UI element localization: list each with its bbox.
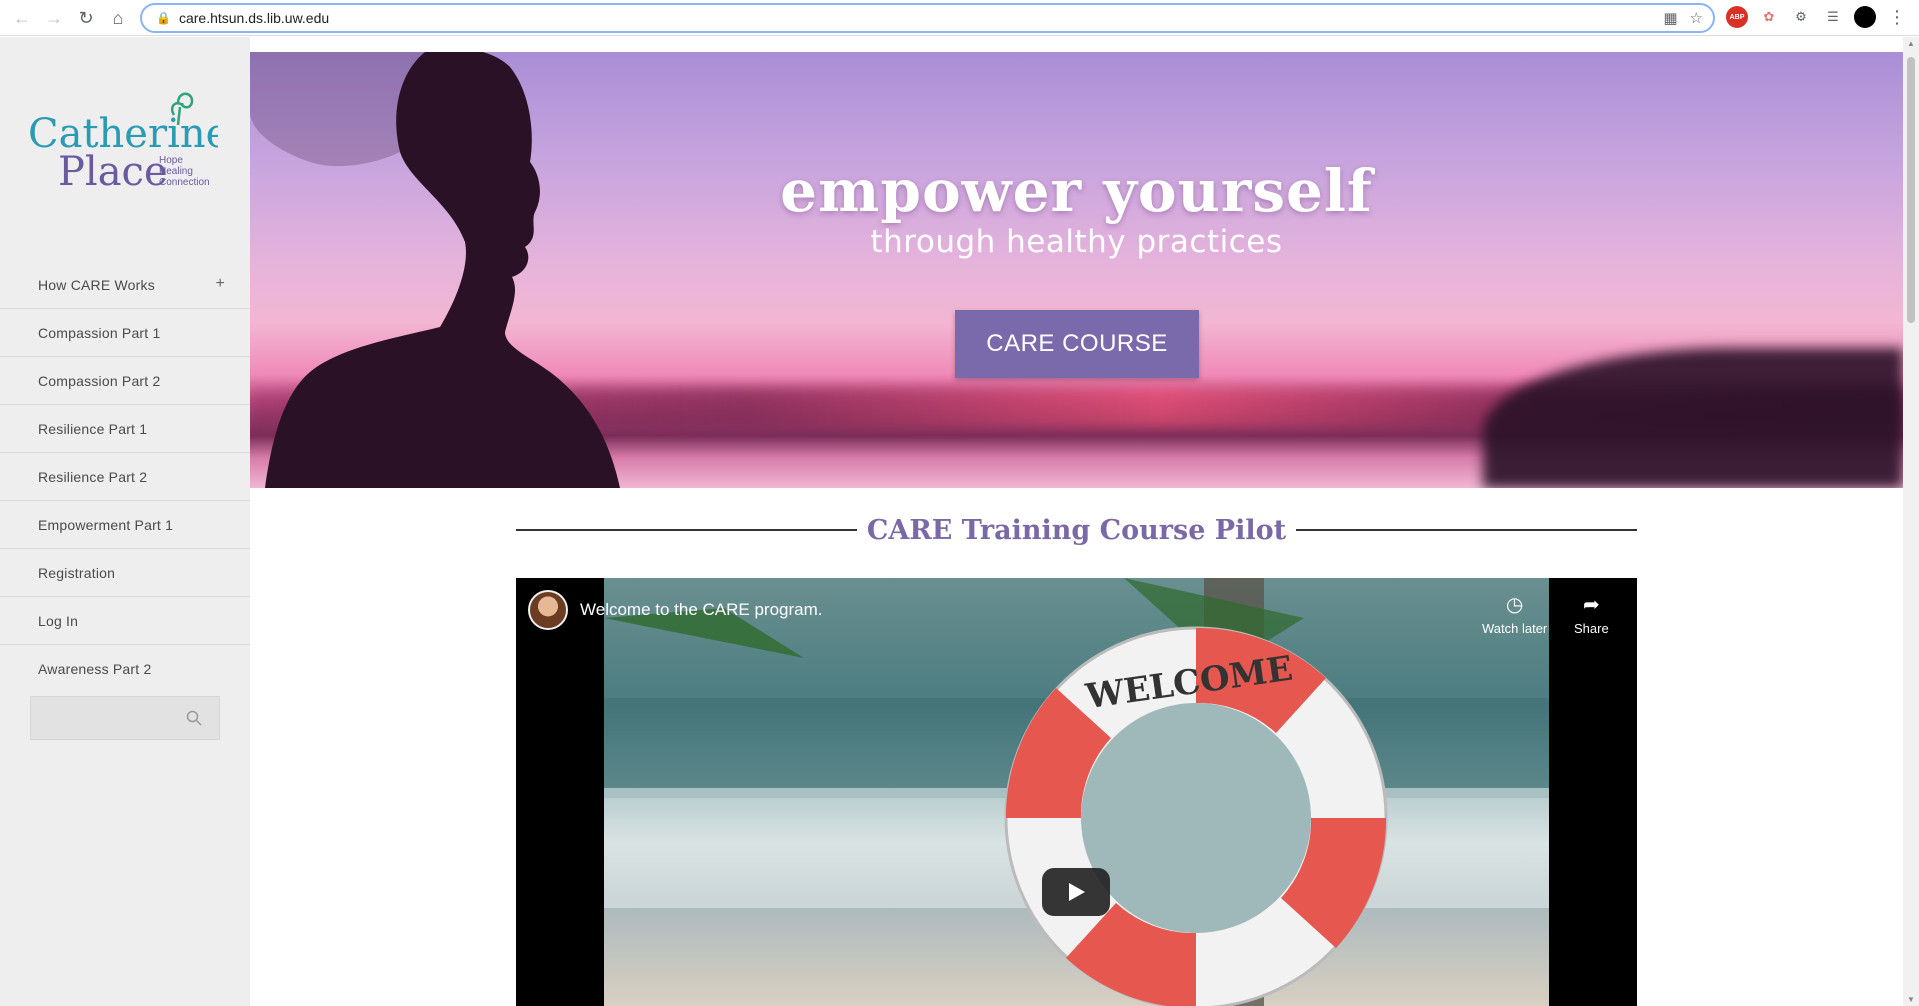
search-icon[interactable] [185,709,203,727]
sidebar-item-compassion-part-1[interactable]: Compassion Part 1 [0,309,250,357]
profile-avatar[interactable] [1854,6,1876,28]
sidebar-nav: How CARE Works + Compassion Part 1 Compa… [0,261,250,693]
scroll-up-icon[interactable]: ▲ [1907,39,1915,48]
watch-later-button[interactable]: ◷ Watch later [1482,592,1547,636]
hero-subtitle: through healthy practices [870,224,1283,260]
sidebar-search [30,696,220,740]
logo-tagline-3: Connection [159,177,210,188]
reading-list-icon[interactable]: ☰ [1822,6,1844,28]
play-button[interactable] [1042,868,1110,916]
sidebar: Catherine Place Hope Healing Connection … [0,37,250,1006]
sidebar-item-label[interactable]: Awareness Part 2 [38,661,151,677]
url-text[interactable]: care.htsun.ds.lib.uw.edu [179,10,329,26]
sidebar-item-compassion-part-2[interactable]: Compassion Part 2 [0,357,250,405]
youtube-video-embed[interactable]: WELCOME Welcome to the CARE program. ◷ W… [516,578,1637,1006]
forward-icon[interactable]: → [38,2,70,34]
section-heading: CARE Training Course Pilot [516,510,1637,550]
clock-icon: ◷ [1505,594,1524,616]
sidebar-item-registration[interactable]: Registration [0,549,250,597]
expand-plus-icon[interactable]: + [215,275,225,293]
scroll-down-icon[interactable]: ▼ [1907,995,1915,1004]
sidebar-item-label[interactable]: Compassion Part 1 [38,325,160,341]
sidebar-item-label[interactable]: Compassion Part 2 [38,373,160,389]
search-input[interactable] [31,697,181,739]
care-course-button[interactable]: CARE COURSE [955,310,1199,378]
extension-icon[interactable]: ✿ [1758,6,1780,28]
adblock-extension-icon[interactable]: ABP [1726,6,1748,28]
lock-icon[interactable]: 🔒 [156,11,171,25]
watch-later-label: Watch later [1482,621,1548,636]
logo-tagline-1: Hope [159,155,183,166]
hero-banner: empower yourself through healthy practic… [250,52,1903,488]
sidebar-item-resilience-part-1[interactable]: Resilience Part 1 [0,405,250,453]
sidebar-item-how-care-works[interactable]: How CARE Works + [0,261,250,309]
sidebar-item-empowerment-part-1[interactable]: Empowerment Part 1 [0,501,250,549]
video-title[interactable]: Welcome to the CARE program. [580,600,823,620]
logo-tagline-2: Healing [159,166,193,177]
sidebar-item-log-in[interactable]: Log In [0,597,250,645]
hero-title: empower yourself [780,157,1373,225]
life-ring-image: WELCOME [1004,626,1388,1006]
section-title: CARE Training Course Pilot [866,514,1287,546]
scrollbar-thumb[interactable] [1907,57,1915,323]
sidebar-item-label[interactable]: Resilience Part 1 [38,421,147,437]
home-icon[interactable]: ⌂ [102,2,134,34]
sidebar-item-awareness-part-2[interactable]: Awareness Part 2 [0,645,250,693]
share-button[interactable]: ➦ Share [1574,592,1609,636]
hero-hill [1483,348,1903,488]
catherine-place-logo[interactable]: Catherine Place Hope Healing Connection [28,85,229,195]
qr-icon[interactable]: ▦ [1663,9,1677,27]
extensions-icon[interactable]: ⚙ [1790,6,1812,28]
sidebar-item-resilience-part-2[interactable]: Resilience Part 2 [0,453,250,501]
play-icon [1069,883,1085,901]
browser-toolbar: ← → ↻ ⌂ 🔒 care.htsun.ds.lib.uw.edu ▦ ☆ A… [0,0,1919,36]
woman-silhouette-image [250,52,620,488]
back-icon[interactable]: ← [6,2,38,34]
share-label: Share [1574,621,1609,636]
channel-avatar[interactable] [528,590,568,630]
reload-icon[interactable]: ↻ [70,2,102,34]
sidebar-item-label[interactable]: Empowerment Part 1 [38,517,173,533]
sidebar-item-label[interactable]: Resilience Part 2 [38,469,147,485]
sidebar-item-label[interactable]: Registration [38,565,115,581]
heading-divider-right [1296,529,1637,531]
address-bar[interactable]: 🔒 care.htsun.ds.lib.uw.edu ▦ ☆ [140,3,1715,33]
share-icon: ➦ [1582,594,1600,616]
browser-menu-icon[interactable]: ⋮ [1886,6,1908,28]
logo-text-place: Place [58,149,168,195]
heading-divider-left [516,529,857,531]
sidebar-item-label[interactable]: How CARE Works [38,277,155,293]
star-icon[interactable]: ☆ [1690,9,1703,27]
sidebar-item-label[interactable]: Log In [38,613,78,629]
page-scrollbar[interactable]: ▲ ▼ [1903,37,1919,1006]
